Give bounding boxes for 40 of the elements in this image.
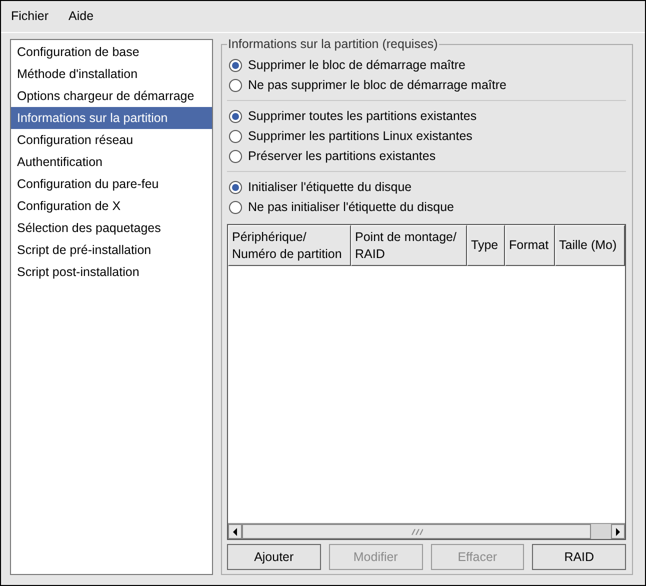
radio-button[interactable] <box>229 78 242 92</box>
radio-label[interactable]: Préserver les partitions existantes <box>248 146 436 166</box>
horizontal-scrollbar[interactable] <box>228 523 625 539</box>
scroll-left-icon[interactable] <box>228 524 242 539</box>
sidebar-item[interactable]: Sélection des paquetages <box>11 217 212 239</box>
action-button[interactable]: Ajouter <box>227 544 321 570</box>
action-button[interactable]: RAID <box>532 544 626 570</box>
radio-label[interactable]: Initialiser l'étiquette du disque <box>248 178 412 196</box>
radio-label[interactable]: Supprimer le bloc de démarrage maître <box>248 56 466 74</box>
sidebar-item[interactable]: Configuration de base <box>11 41 212 63</box>
sidebar-item[interactable]: Options chargeur de démarrage <box>11 85 212 107</box>
radio-label[interactable]: Supprimer toutes les partitions existantes <box>248 106 477 126</box>
radio-button[interactable] <box>229 58 242 72</box>
radio-button[interactable] <box>229 200 242 214</box>
column-header[interactable]: Taille (Mo) <box>555 225 625 266</box>
menu-item[interactable]: Fichier <box>11 5 49 28</box>
radio-button[interactable] <box>229 130 242 142</box>
sidebar-item[interactable]: Configuration réseau <box>11 129 212 151</box>
sidebar-item[interactable]: Méthode d'installation <box>11 63 212 85</box>
column-header[interactable]: Périphérique/ Numéro de partition <box>228 225 351 266</box>
sidebar-item[interactable]: Script post-installation <box>11 261 212 283</box>
column-header[interactable]: Type <box>467 225 505 266</box>
column-header[interactable]: Format <box>505 225 555 266</box>
sidebar-item[interactable]: Script de pré-installation <box>11 239 212 261</box>
scroll-thumb[interactable] <box>242 524 591 539</box>
radio-label[interactable]: Supprimer les partitions Linux existantes <box>248 126 472 146</box>
grip-icon <box>410 528 422 534</box>
scroll-right-icon[interactable] <box>611 524 625 539</box>
column-header[interactable]: Point de montage/ RAID <box>351 225 467 266</box>
sidebar-item[interactable]: Configuration de X <box>11 195 212 217</box>
radio-button[interactable] <box>229 110 242 122</box>
menu-item[interactable]: Aide <box>68 5 94 28</box>
sidebar-item[interactable]: Configuration du pare-feu <box>11 173 212 195</box>
sidebar-item[interactable]: Informations sur la partition <box>11 107 212 129</box>
radio-button[interactable] <box>229 180 242 194</box>
radio-label[interactable]: Ne pas initialiser l'étiquette du disque <box>248 198 454 216</box>
group-title: Informations sur la partition (requises) <box>227 37 439 52</box>
radio-button[interactable] <box>229 150 242 162</box>
radio-label[interactable]: Ne pas supprimer le bloc de démarrage maître <box>248 76 506 94</box>
sidebar-item[interactable]: Authentification <box>11 151 212 173</box>
